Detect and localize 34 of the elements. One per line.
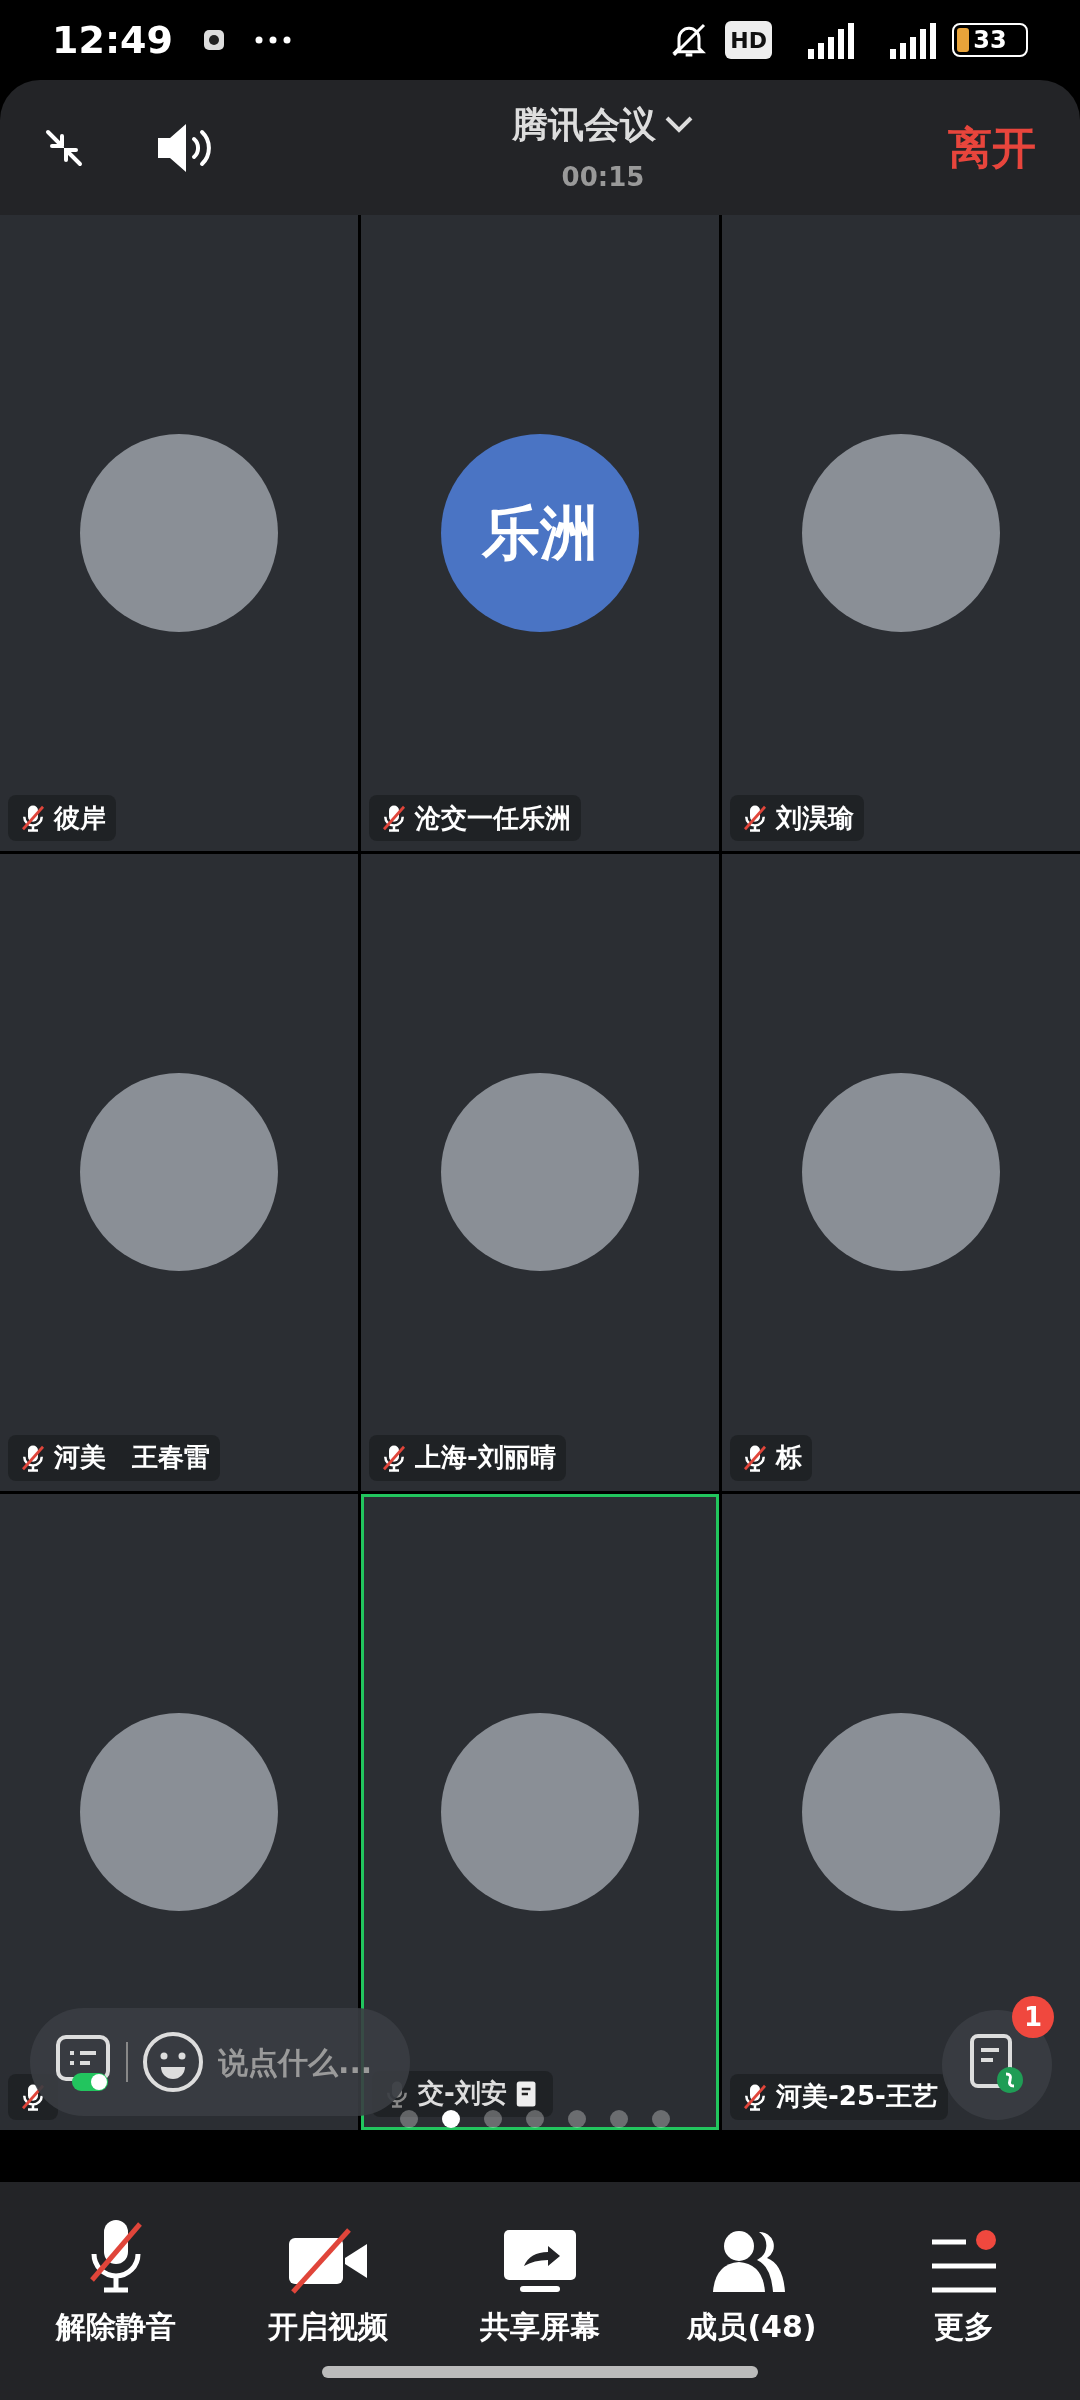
toolbar-button[interactable]: 开启视频 — [233, 2214, 423, 2349]
toolbar-button[interactable]: 共享屏幕 — [445, 2214, 635, 2349]
participant-name: 刘淏瑜 — [776, 801, 854, 835]
notes-icon — [968, 2034, 1026, 2096]
participant-name: 上海-刘丽晴 — [415, 1441, 556, 1475]
chat-app-icon — [202, 29, 225, 51]
participant-tile[interactable]: 河美 王春雷 — [0, 854, 358, 1491]
participant-name: 河美 王春雷 — [54, 1441, 210, 1475]
battery-indicator: 33 — [952, 23, 1028, 57]
participant-name: 栎 — [776, 1441, 802, 1475]
screen-share-icon — [502, 2228, 578, 2294]
participant-tile[interactable]: 上海-刘丽晴 — [361, 854, 719, 1491]
participant-name: 沧交一任乐洲 — [415, 801, 571, 835]
leave-button[interactable]: 离开 — [948, 114, 1036, 181]
emoji-icon[interactable] — [142, 2031, 204, 2093]
more-notifications-icon — [254, 36, 291, 44]
clock: 12:49 — [52, 16, 173, 64]
meeting-title-dropdown[interactable]: 腾讯会议 — [512, 98, 694, 152]
toolbar-button[interactable]: 解除静音 — [21, 2214, 211, 2349]
participant-tile[interactable]: 刘淏瑜 — [722, 215, 1080, 852]
avatar-text: 乐洲 — [441, 434, 639, 633]
minimize-icon[interactable] — [44, 127, 84, 168]
toolbar-button[interactable]: 成员(48) — [657, 2214, 847, 2349]
chevron-down-icon — [664, 115, 694, 135]
participant-tile[interactable]: 彼岸 — [0, 215, 358, 852]
caption-toggle-icon[interactable] — [54, 2033, 112, 2091]
participant-name: 交-刘安 — [418, 2077, 507, 2111]
hd-voice-indicator: HD — [725, 21, 772, 59]
toolbar-button[interactable]: 更多 — [869, 2214, 1059, 2349]
participant-name: 彼岸 — [54, 801, 106, 835]
participant-name: 河美-25-王艺 — [776, 2080, 938, 2114]
participant-tile[interactable]: 乐洲 沧交一任乐洲 — [361, 215, 719, 852]
participant-tile[interactable]: 栎 — [722, 854, 1080, 1491]
meeting-timer: 00:15 — [561, 161, 645, 194]
